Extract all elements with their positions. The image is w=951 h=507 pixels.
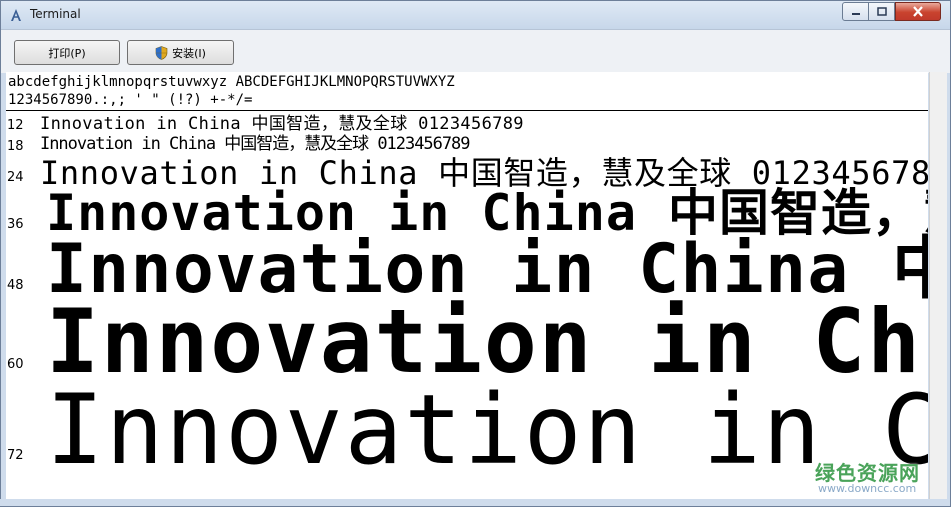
print-button-label: 打印(P) xyxy=(48,46,86,60)
sample-text: Innovation in China 中国智造，慧及全球 0123456789 xyxy=(46,374,928,486)
maximize-button[interactable] xyxy=(869,2,895,21)
title-bar[interactable]: Terminal xyxy=(1,1,950,29)
sample-text: Innovation in China 中国智造，慧及全球 0123456789 xyxy=(40,134,471,154)
install-button[interactable]: 安装(I) xyxy=(127,40,234,65)
toolbar: 打印(P) 安装(I) xyxy=(1,29,950,73)
font-preview-area: abcdefghijklmnopqrstuvwxyz ABCDEFGHIJKLM… xyxy=(6,72,928,499)
minimize-button[interactable] xyxy=(842,2,869,21)
window-title: Terminal xyxy=(30,7,81,21)
size-label: 36 xyxy=(7,217,24,232)
size-label: 24 xyxy=(7,170,24,185)
size-label: 18 xyxy=(7,139,24,154)
font-app-icon xyxy=(11,9,21,21)
close-button[interactable] xyxy=(895,2,941,21)
minimize-icon xyxy=(851,12,860,15)
watermark-url: www.downcc.com xyxy=(818,482,917,495)
install-button-label: 安装(I) xyxy=(172,46,206,60)
size-label: 12 xyxy=(7,118,24,133)
print-button[interactable]: 打印(P) xyxy=(14,40,120,65)
close-icon xyxy=(913,6,923,17)
sample-text: Innovation in China 中国智造，慧及全球 0123456789 xyxy=(40,114,524,134)
window-bottom-border xyxy=(0,499,949,506)
size-label: 72 xyxy=(7,448,24,463)
charset-digits-symbols: 1234567890.:,; ' " (!?) +-*/= xyxy=(8,92,253,108)
maximize-icon xyxy=(876,6,887,16)
size-label: 48 xyxy=(7,278,24,293)
uac-shield-icon xyxy=(155,45,168,60)
divider xyxy=(6,110,928,111)
size-label: 60 xyxy=(7,357,24,372)
vertical-scrollbar[interactable] xyxy=(929,72,947,499)
charset-letters: abcdefghijklmnopqrstuvwxyz ABCDEFGHIJKLM… xyxy=(8,74,455,90)
